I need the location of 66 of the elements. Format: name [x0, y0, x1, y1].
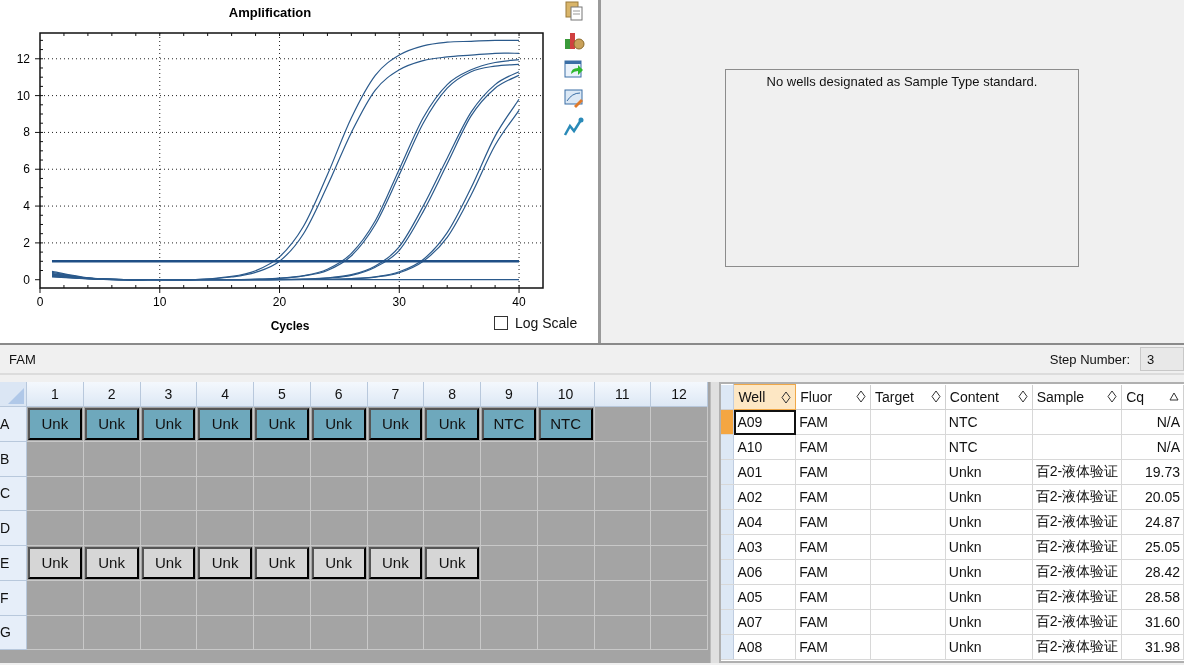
table-cell: 百2-液体验证 — [1032, 584, 1122, 610]
table-cell: A04 — [733, 509, 796, 535]
y-tick-label: 2 — [23, 235, 30, 250]
standard-curve-message: No wells designated as Sample Type standard. — [765, 73, 1039, 89]
table-cell: Unkn — [945, 559, 1033, 585]
table-cell: Unkn — [945, 534, 1033, 560]
table-cell: 31.98 — [1121, 634, 1184, 660]
x-tick-label: 0 — [36, 295, 44, 309]
table-cell: FAM — [795, 634, 871, 660]
table-cell: 百2-液体验证 — [1032, 509, 1122, 535]
table-cell: A03 — [733, 534, 796, 560]
fluor-label: FAM — [9, 351, 36, 367]
table-cell: A08 — [733, 634, 796, 660]
table-cell: 24.87 — [1121, 509, 1184, 535]
table-cell: 25.05 — [1121, 534, 1184, 560]
table-cell: FAM — [795, 484, 871, 510]
table-cell: 20.05 — [1121, 484, 1184, 510]
table-cell: A09 — [733, 409, 796, 435]
table-cell: A01 — [733, 459, 796, 485]
table-cell: FAM — [795, 559, 871, 585]
table-cell: 百2-液体验证 — [1032, 559, 1122, 585]
table-cell: 19.73 — [1121, 459, 1184, 485]
table-cell: Unkn — [945, 459, 1033, 485]
table-cell: A07 — [733, 609, 796, 635]
table-cell: Unkn — [945, 609, 1033, 635]
table-cell: 百2-液体验证 — [1032, 634, 1122, 660]
table-cell: FAM — [795, 584, 871, 610]
table-cell: FAM — [795, 609, 871, 635]
table-cell: FAM — [795, 459, 871, 485]
table-cell: A06 — [733, 559, 796, 585]
table-cell: FAM — [795, 409, 871, 435]
y-tick-label: 0 — [23, 272, 30, 287]
y-tick-label: 12 — [16, 51, 30, 66]
y-tick-label: 4 — [23, 199, 30, 214]
step-number-label: Step Number: — [1049, 351, 1130, 367]
table-cell: 28.42 — [1121, 559, 1184, 585]
log-scale-label: Log Scale — [515, 315, 578, 331]
chart-title: Amplification — [228, 5, 312, 20]
x-axis-label: Cycles — [270, 319, 310, 333]
table-cell: FAM — [795, 534, 871, 560]
table-cell: Unkn — [945, 484, 1033, 510]
table-cell: N/A — [1121, 409, 1184, 435]
x-tick-label: 10 — [153, 295, 167, 309]
table-cell: 百2-液体验证 — [1032, 609, 1122, 635]
table-cell: 28.58 — [1121, 584, 1184, 610]
table-cell: NTC — [945, 434, 1033, 460]
table-cell: 百2-液体验证 — [1032, 459, 1122, 485]
table-cell: A10 — [733, 434, 796, 460]
table-cell: 31.60 — [1121, 609, 1184, 635]
y-tick-label: 8 — [23, 125, 30, 140]
table-cell: Unkn — [945, 584, 1033, 610]
table-cell: A05 — [733, 584, 796, 610]
x-tick-label: 30 — [392, 295, 406, 309]
table-cell: 百2-液体验证 — [1032, 534, 1122, 560]
table-cell: Unkn — [945, 634, 1033, 660]
table-cell: NTC — [945, 409, 1033, 435]
x-tick-label: 40 — [512, 295, 526, 309]
table-cell: A02 — [733, 484, 796, 510]
y-tick-label: 6 — [23, 162, 30, 177]
table-cell: FAM — [795, 509, 871, 535]
table-cell: N/A — [1121, 434, 1184, 460]
y-tick-label: 10 — [16, 88, 30, 103]
table-cell: FAM — [795, 434, 871, 460]
x-tick-label: 20 — [272, 295, 287, 309]
table-cell: 百2-液体验证 — [1032, 484, 1122, 510]
table-cell: Unkn — [945, 509, 1033, 535]
